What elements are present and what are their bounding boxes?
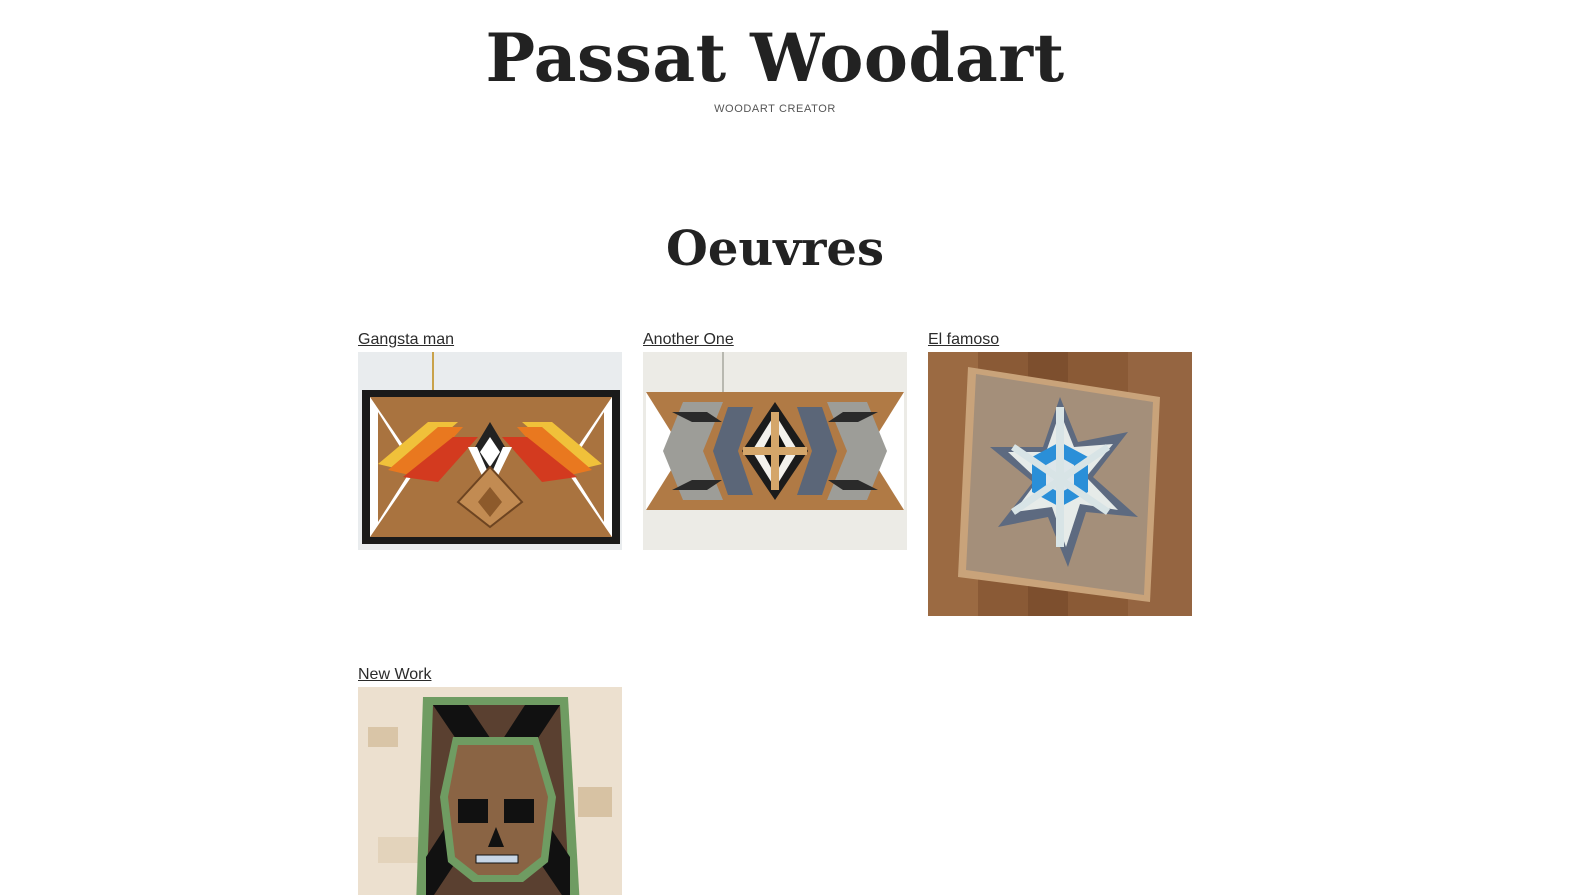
gallery-item-link[interactable]: New Work <box>358 665 622 687</box>
gallery-item-link[interactable]: Gangsta man <box>358 330 622 352</box>
site-tagline: WOODART CREATOR <box>714 103 836 115</box>
gallery-item-image[interactable] <box>928 352 1192 616</box>
gallery-item-image[interactable] <box>643 352 907 550</box>
site-title[interactable]: Passat Woodart <box>0 18 1550 98</box>
gallery-item-image[interactable] <box>358 352 622 550</box>
gallery-item: New Work <box>358 665 622 895</box>
gallery-item-image[interactable] <box>358 687 622 895</box>
gallery-item: El famoso <box>928 330 1192 616</box>
page-title: Oeuvres <box>666 221 884 277</box>
gallery-item-link[interactable]: Another One <box>643 330 907 352</box>
gallery-item: Another One <box>643 330 907 550</box>
gallery-item: Gangsta man <box>358 330 622 550</box>
gallery-item-link[interactable]: El famoso <box>928 330 1192 352</box>
